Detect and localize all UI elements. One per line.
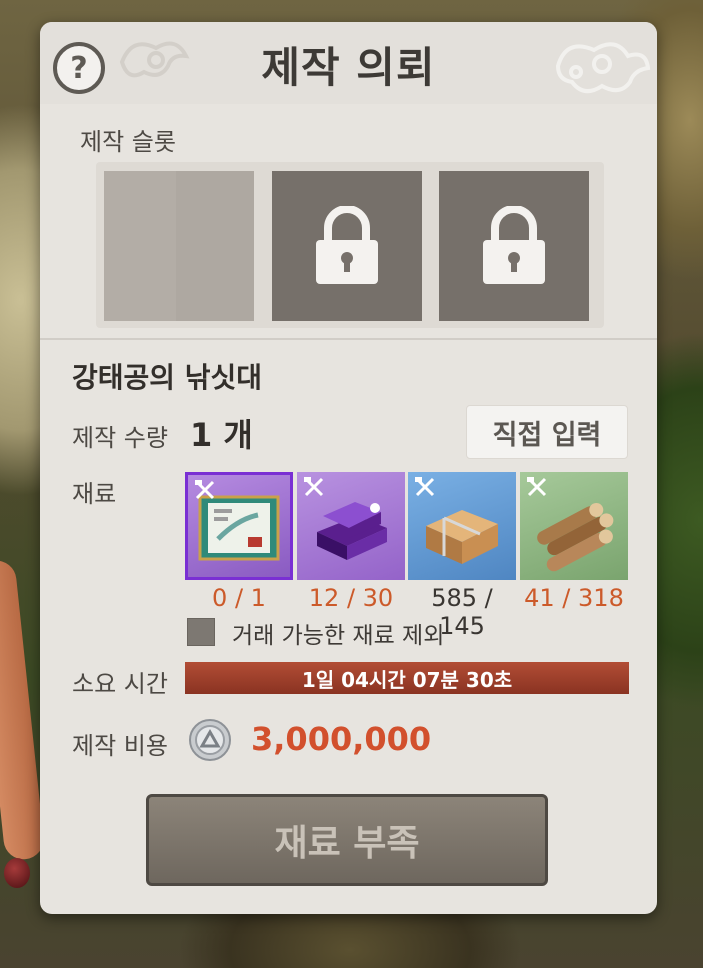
- cost-value: 3,000,000: [251, 720, 432, 758]
- material-slot-crystal-ingot[interactable]: [297, 472, 405, 580]
- materials-label: 재료: [72, 480, 117, 508]
- material-count: 41 / 318: [524, 584, 624, 612]
- craft-slot-open[interactable]: [104, 171, 254, 321]
- exclude-tradeable-label[interactable]: 거래 가능한 재료 제외: [232, 616, 444, 650]
- crafting-tools-icon: [527, 477, 547, 497]
- exclude-tradeable-checkbox[interactable]: [187, 618, 215, 646]
- craft-slot-locked[interactable]: [439, 171, 589, 321]
- material-slot-blueprint[interactable]: [185, 472, 293, 580]
- craft-slot-locked[interactable]: [272, 171, 422, 321]
- quantity-value: 1 개: [190, 416, 253, 454]
- craft-request-panel: ? 제작 의뢰 제작 슬롯 강태공의 낚싯대 제작 수량 1 개 직접 입력 재…: [40, 22, 657, 914]
- panel-title: 제작 의뢰: [261, 43, 436, 92]
- crafting-tools-icon: [415, 477, 435, 497]
- cost-label: 제작 비용: [72, 732, 168, 760]
- material-count: 12 / 30: [308, 584, 394, 612]
- lock-icon: [316, 206, 378, 284]
- direct-input-button[interactable]: 직접 입력: [466, 405, 628, 459]
- crafting-tools-icon: [304, 477, 324, 497]
- material-slot-timber[interactable]: [408, 472, 516, 580]
- lock-icon: [483, 206, 545, 284]
- time-value: 1일 04시간 07분 30초: [301, 667, 513, 692]
- time-bar: 1일 04시간 07분 30초: [185, 662, 629, 694]
- character-ornament: [4, 858, 30, 888]
- time-label: 소요 시간: [72, 670, 168, 698]
- crafting-tools-icon: [195, 480, 215, 500]
- craft-slots-label: 제작 슬롯: [80, 128, 176, 156]
- material-count: 0 / 1: [212, 584, 266, 612]
- section-divider: [40, 338, 657, 340]
- item-name: 강태공의 낚싯대: [72, 361, 263, 394]
- craft-button[interactable]: 재료 부족: [146, 794, 548, 886]
- silver-coin-icon: [189, 719, 231, 761]
- quantity-label: 제작 수량: [72, 424, 168, 452]
- material-slot-logs[interactable]: [520, 472, 628, 580]
